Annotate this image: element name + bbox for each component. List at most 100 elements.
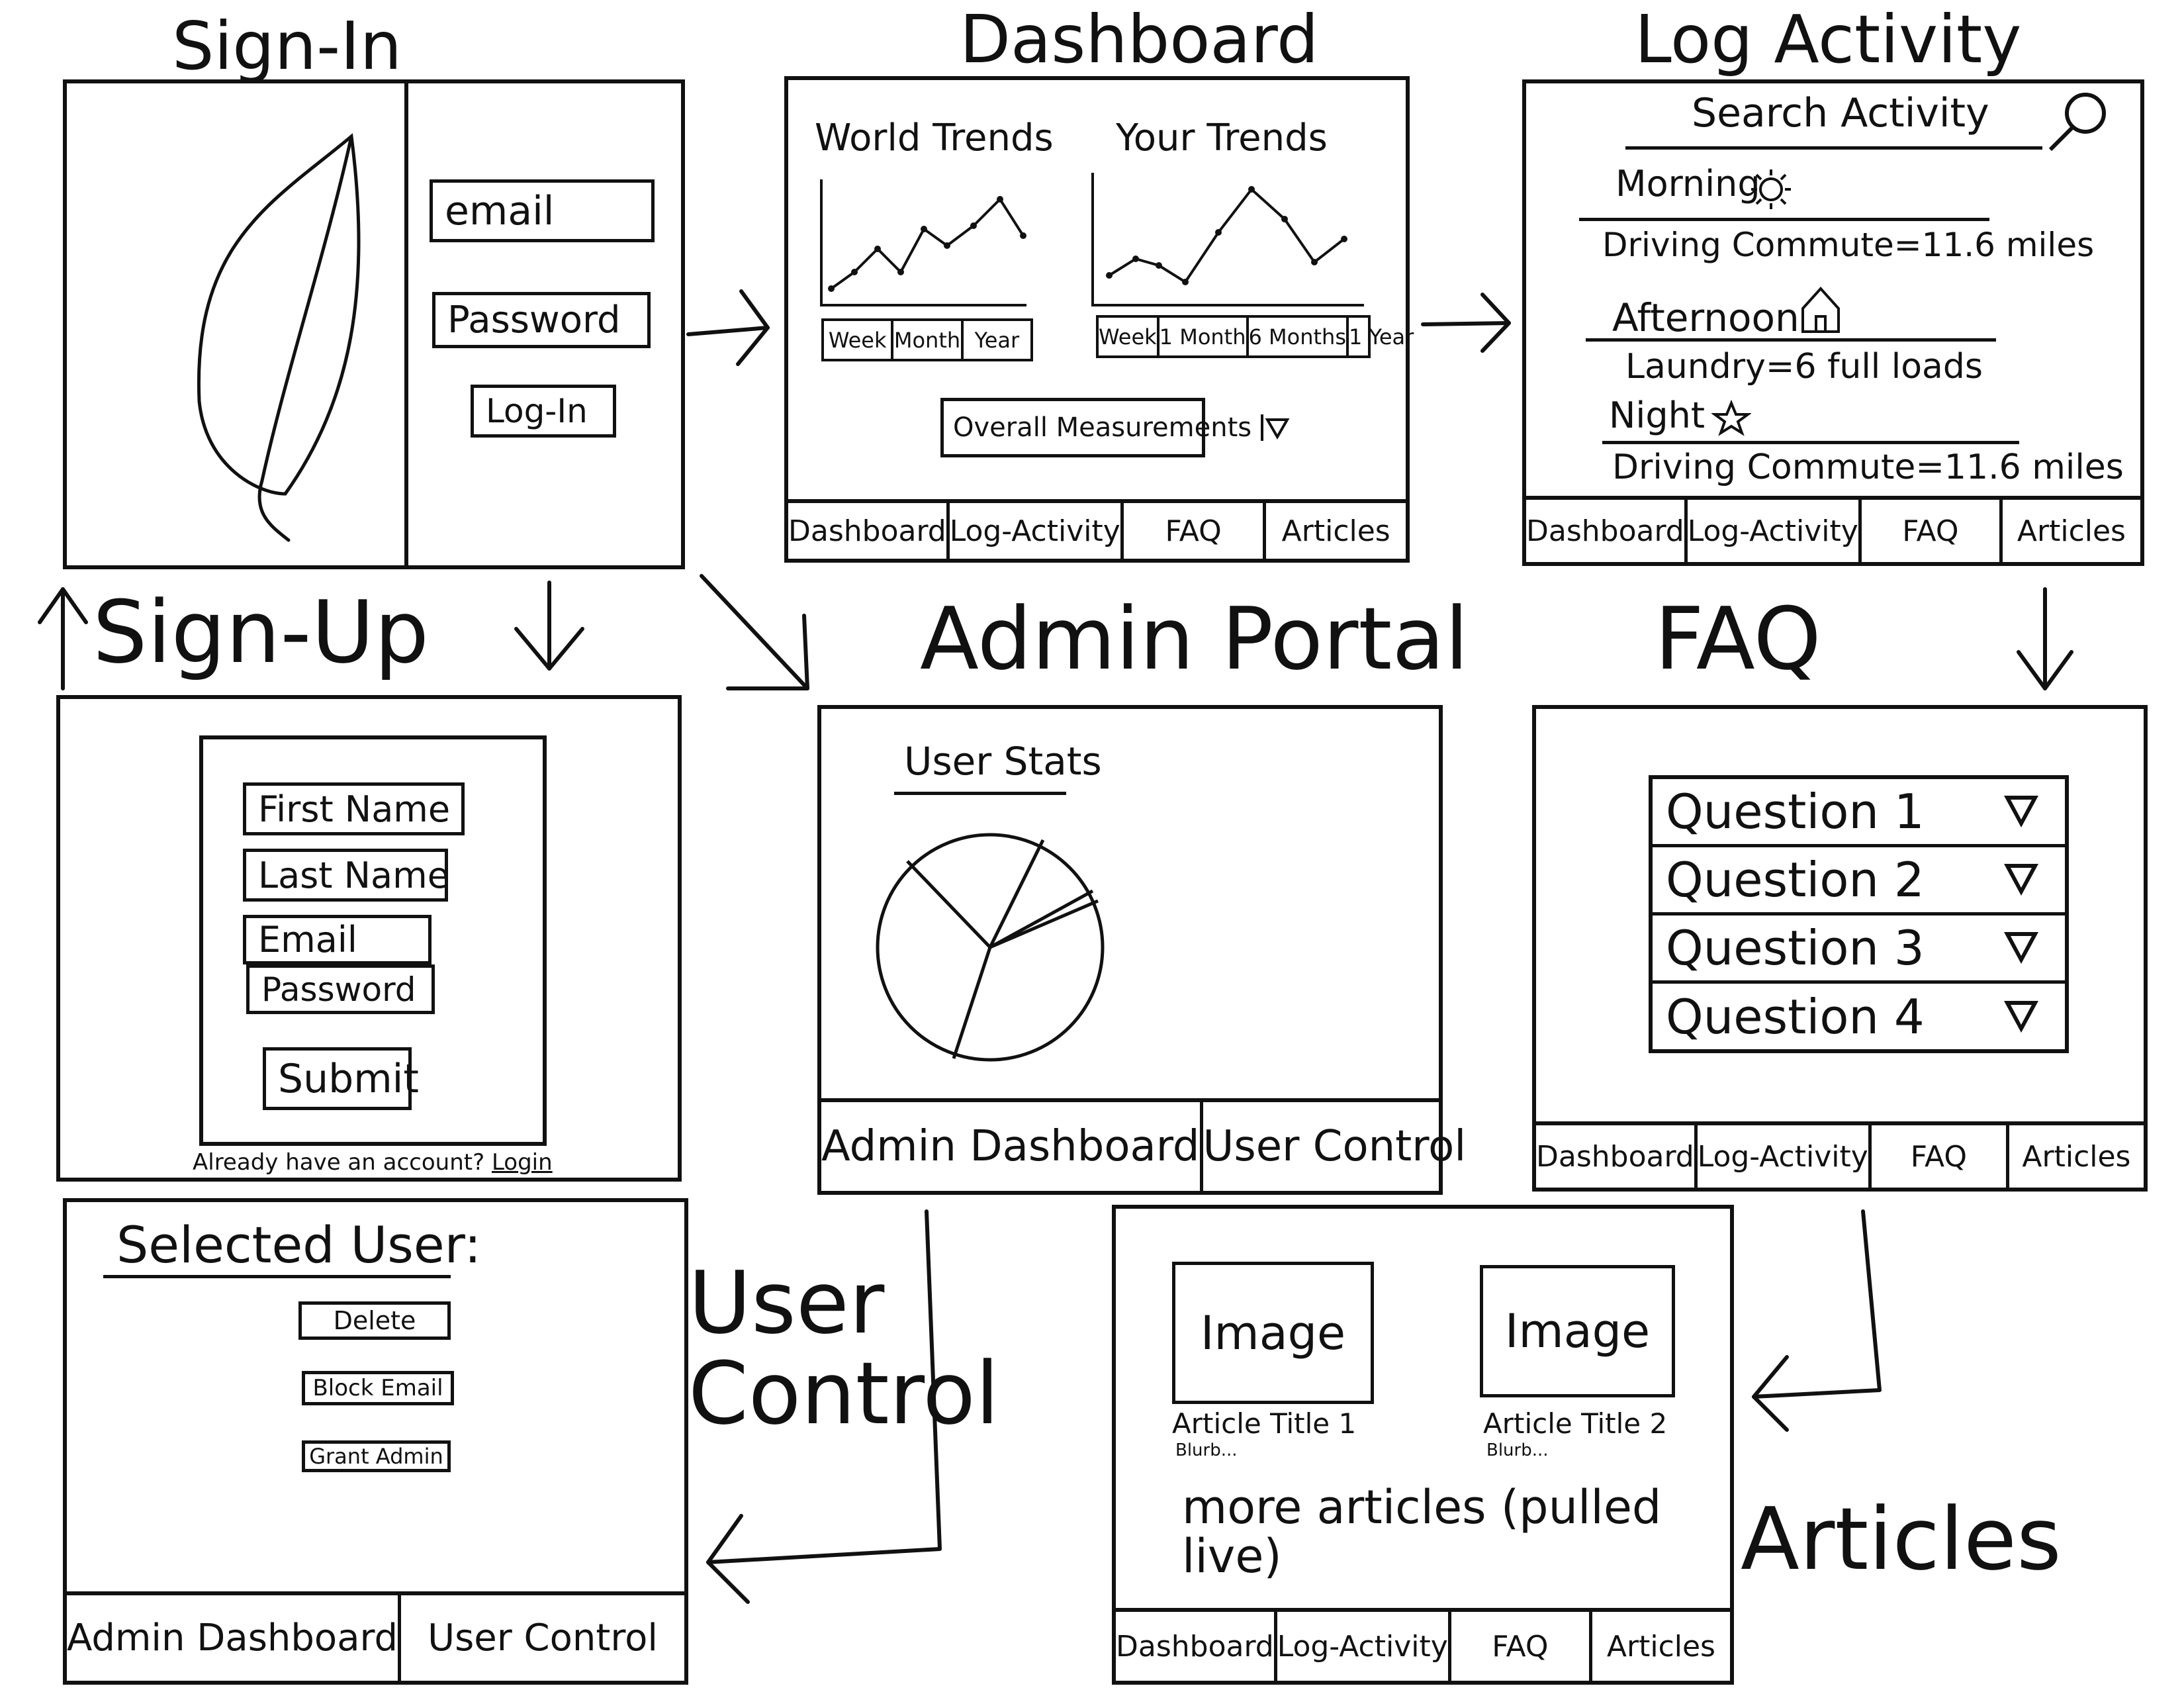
night-label: Night <box>1609 395 1706 436</box>
afternoon-entry[interactable]: Laundry=6 full loads <box>1625 347 1983 387</box>
expand-triangle-icon <box>2004 932 2038 964</box>
range-week[interactable]: Week <box>824 321 894 359</box>
search-activity-field[interactable]: Search Activity <box>1692 90 1989 136</box>
nav-log-activity[interactable]: Log-Activity <box>1688 500 1862 562</box>
dashboard-screen: World Trends Your Trends Week Month Year… <box>784 76 1414 563</box>
divider <box>404 83 408 565</box>
range-week[interactable]: Week <box>1099 318 1160 355</box>
first-name-input[interactable]: First Name <box>243 782 465 835</box>
dropdown-label: Overall Measurements <box>953 412 1252 443</box>
measurements-dropdown[interactable]: Overall Measurements <box>940 398 1290 457</box>
admin-nav: Admin Dashboard User Control <box>821 1098 1466 1191</box>
log-activity-screen: Search Activity Morning Driving Commute=… <box>1522 79 2144 566</box>
afternoon-label: Afternoon <box>1612 295 1799 340</box>
nav-log-activity[interactable]: Log-Activity <box>1698 1125 1872 1188</box>
email-input[interactable]: email <box>430 179 655 242</box>
nav-user-control[interactable]: User Control <box>401 1595 684 1681</box>
range-1-month[interactable]: 1 Month <box>1160 318 1249 355</box>
password-input[interactable]: Password <box>246 964 435 1014</box>
nav-articles[interactable]: Articles <box>1592 1612 1730 1681</box>
faq-list: Question 1 Question 2 Question 3 Questio… <box>1649 775 2069 1053</box>
nav-log-activity[interactable]: Log-Activity <box>950 503 1124 559</box>
nav-user-control[interactable]: User Control <box>1203 1102 1467 1191</box>
your-trends-label: Your Trends <box>1116 117 1328 160</box>
bottom-nav: Dashboard Log-Activity FAQ Articles <box>788 499 1406 559</box>
range-6-months[interactable]: 6 Months <box>1249 318 1349 355</box>
nav-log-activity[interactable]: Log-Activity <box>1277 1612 1451 1681</box>
nav-admin-dashboard[interactable]: Admin Dashboard <box>821 1102 1203 1191</box>
night-entry[interactable]: Driving Commute=11.6 miles <box>1612 447 2124 487</box>
sign-up-form: First Name Last Name Email Password Subm… <box>199 735 547 1146</box>
your-range-tabs: Week 1 Month 6 Months 1 Year <box>1096 315 1414 358</box>
sign-in-screen: email Password Log-In <box>63 79 685 569</box>
faq-item[interactable]: Question 1 <box>1653 779 2065 847</box>
faq-item[interactable]: Question 2 <box>1653 847 2065 915</box>
delete-button[interactable]: Delete <box>298 1301 451 1340</box>
bottom-nav: Dashboard Log-Activity FAQ Articles <box>1526 496 2140 562</box>
faq-question: Question 1 <box>1666 784 1925 839</box>
block-email-button[interactable]: Block Email <box>302 1371 454 1405</box>
email-input[interactable]: Email <box>243 915 432 964</box>
nav-dashboard[interactable]: Dashboard <box>1116 1612 1277 1681</box>
selected-user-label: Selected User: <box>116 1215 482 1274</box>
nav-dashboard[interactable]: Dashboard <box>788 503 950 559</box>
range-month[interactable]: Month <box>893 321 964 359</box>
login-button[interactable]: Log-In <box>471 385 616 438</box>
bottom-nav: Dashboard Log-Activity FAQ Articles <box>1536 1121 2144 1188</box>
nav-faq[interactable]: FAQ <box>1451 1612 1592 1681</box>
sun-icon <box>1751 169 1791 209</box>
faq-item[interactable]: Question 4 <box>1653 984 2065 1049</box>
user-stats-label: User Stats <box>904 739 1102 784</box>
admin-portal-screen: User Stats Admin Dashboard User Control <box>817 705 1466 1195</box>
article-2-title[interactable]: Article Title 2 <box>1483 1407 1667 1440</box>
expand-triangle-icon <box>2004 796 2038 827</box>
search-icon[interactable] <box>2042 87 2115 160</box>
dropdown-triangle-icon <box>1261 414 1290 441</box>
expand-triangle-icon <box>2004 1000 2038 1033</box>
nav-admin-dashboard[interactable]: Admin Dashboard <box>67 1595 402 1681</box>
world-trends-label: World Trends <box>815 117 1054 160</box>
range-1-year[interactable]: 1 Year <box>1349 318 1414 355</box>
password-input[interactable]: Password <box>432 292 651 348</box>
article-1-title[interactable]: Article Title 1 <box>1172 1407 1356 1440</box>
range-year[interactable]: Year <box>964 321 1030 359</box>
already-have-account-text: Already have an account? Login <box>193 1149 553 1176</box>
your-trends-chart <box>1091 173 1364 306</box>
user-control-screen: Selected User: Delete Block Email Grant … <box>63 1198 688 1685</box>
nav-faq[interactable]: FAQ <box>1862 500 2003 562</box>
faq-question: Question 3 <box>1666 920 1925 976</box>
sign-up-screen: First Name Last Name Email Password Subm… <box>56 695 682 1182</box>
submit-button[interactable]: Submit <box>263 1047 419 1110</box>
morning-entry[interactable]: Driving Commute=11.6 miles <box>1602 226 2094 264</box>
nav-faq[interactable]: FAQ <box>1872 1125 2009 1188</box>
faq-question: Question 4 <box>1666 988 1925 1045</box>
article-1-image[interactable]: Image <box>1172 1262 1374 1404</box>
nav-dashboard[interactable]: Dashboard <box>1536 1125 1698 1188</box>
admin-nav: Admin Dashboard User Control <box>67 1591 684 1681</box>
nav-articles[interactable]: Articles <box>1266 503 1406 559</box>
nav-faq[interactable]: FAQ <box>1124 503 1267 559</box>
expand-triangle-icon <box>2004 864 2038 896</box>
user-stats-pie-chart <box>876 833 1105 1062</box>
nav-articles[interactable]: Articles <box>2003 500 2140 562</box>
nav-articles[interactable]: Articles <box>2009 1125 2144 1188</box>
leaf-icon <box>197 133 361 542</box>
more-articles-text: more articles (pulled live) <box>1182 1480 1662 1583</box>
faq-screen: Question 1 Question 2 Question 3 Questio… <box>1532 705 2148 1192</box>
star-icon <box>1711 400 1751 436</box>
last-name-input[interactable]: Last Name <box>243 849 449 902</box>
articles-screen: Image Image Article Title 1 Blurb... Art… <box>1112 1205 1734 1685</box>
article-1-blurb: Blurb... <box>1175 1440 1238 1460</box>
morning-label: Morning <box>1615 163 1760 205</box>
world-trends-chart <box>820 179 1026 306</box>
faq-item[interactable]: Question 3 <box>1653 915 2065 984</box>
nav-dashboard[interactable]: Dashboard <box>1526 500 1688 562</box>
world-range-tabs: Week Month Year <box>821 318 1033 361</box>
article-2-image[interactable]: Image <box>1480 1265 1675 1397</box>
article-2-blurb: Blurb... <box>1486 1440 1549 1460</box>
bottom-nav: Dashboard Log-Activity FAQ Articles <box>1116 1608 1730 1681</box>
house-icon <box>1801 287 1840 333</box>
grant-admin-button[interactable]: Grant Admin <box>302 1440 451 1472</box>
faq-question: Question 2 <box>1666 852 1925 908</box>
login-link[interactable]: Login <box>492 1149 553 1176</box>
